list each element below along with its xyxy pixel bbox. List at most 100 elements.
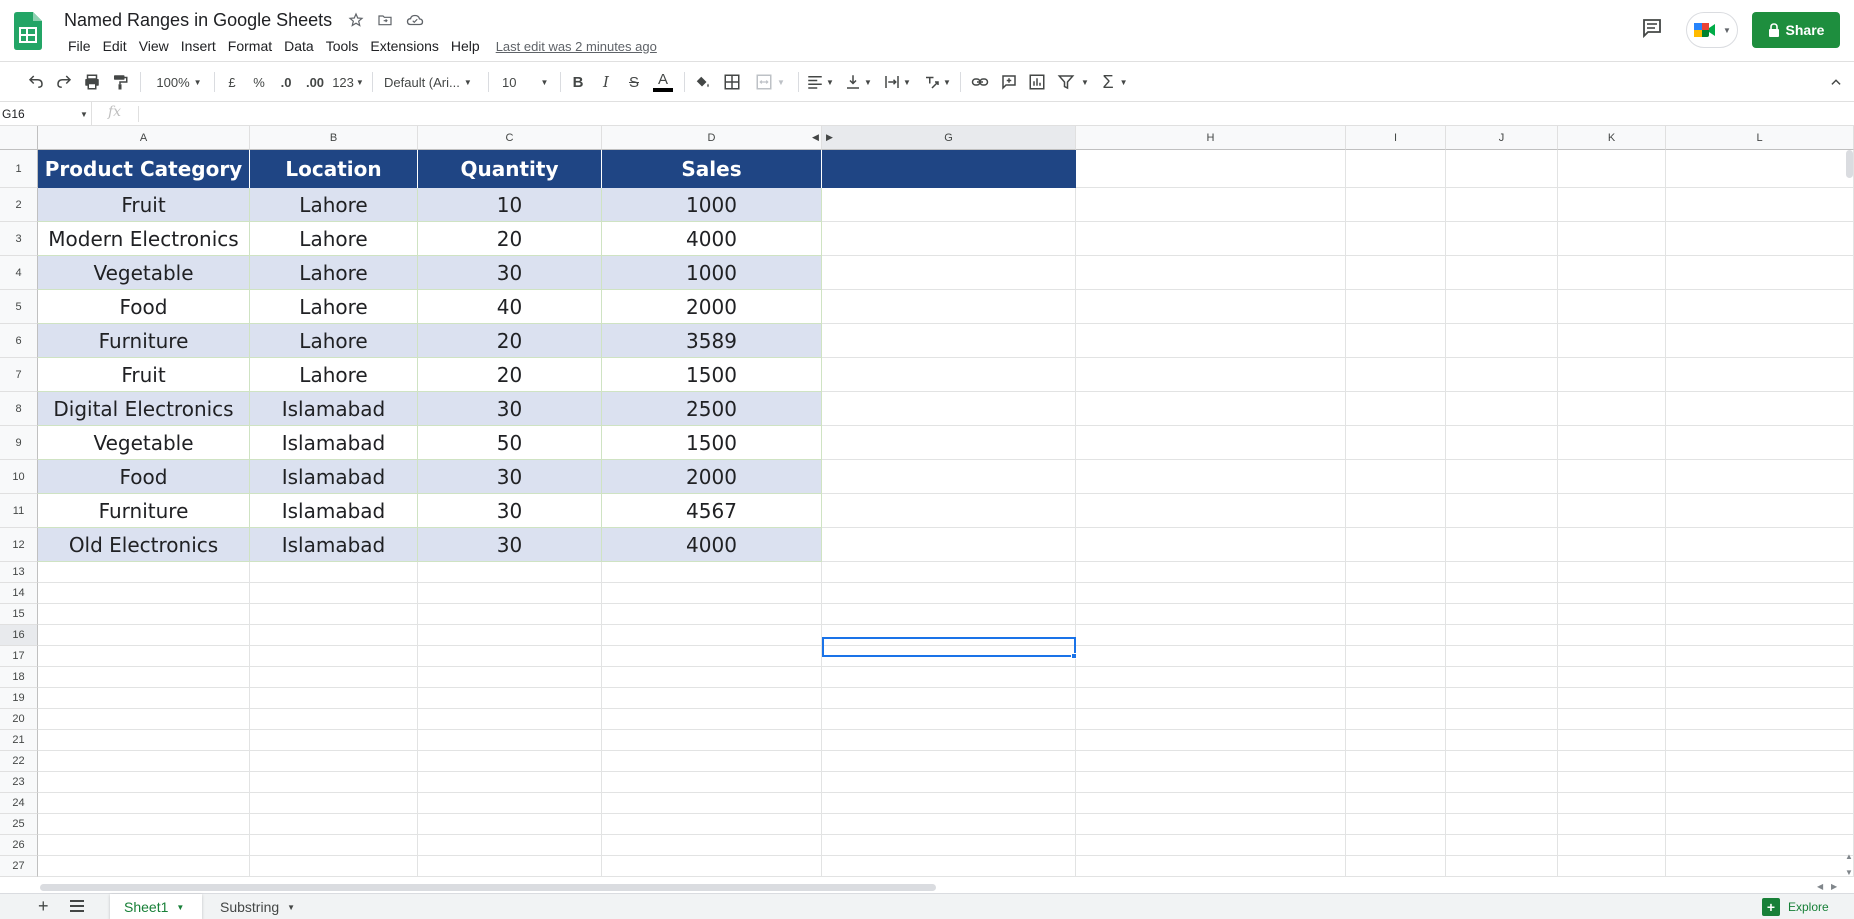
row-header-18[interactable]: 18 bbox=[0, 667, 38, 688]
row-header-9[interactable]: 9 bbox=[0, 426, 38, 460]
column-header-b[interactable]: B bbox=[250, 126, 418, 150]
hidden-columns-right-arrow-icon[interactable]: ▶ bbox=[826, 132, 833, 143]
row-header-17[interactable]: 17 bbox=[0, 646, 38, 667]
currency-format-button[interactable]: £ bbox=[222, 70, 242, 94]
strikethrough-button[interactable]: S bbox=[622, 70, 646, 94]
row-header-27[interactable]: 27 bbox=[0, 856, 38, 877]
comment-history-icon[interactable] bbox=[1640, 16, 1664, 40]
table-cell[interactable]: 30 bbox=[418, 528, 602, 562]
row-header-7[interactable]: 7 bbox=[0, 358, 38, 392]
menu-view[interactable]: View bbox=[133, 38, 175, 54]
menu-edit[interactable]: Edit bbox=[97, 38, 133, 54]
row-header-11[interactable]: 11 bbox=[0, 494, 38, 528]
column-header-i[interactable]: I bbox=[1346, 126, 1446, 150]
table-cell[interactable]: Islamabad bbox=[250, 392, 418, 426]
table-cell[interactable]: 30 bbox=[418, 392, 602, 426]
last-edit-link[interactable]: Last edit was 2 minutes ago bbox=[496, 39, 657, 54]
text-color-button[interactable]: A bbox=[650, 70, 676, 94]
merge-cells-icon[interactable]: ▼ bbox=[748, 70, 792, 94]
table-cell[interactable]: Vegetable bbox=[38, 426, 250, 460]
row-header-24[interactable]: 24 bbox=[0, 793, 38, 814]
share-button[interactable]: Share bbox=[1752, 12, 1840, 48]
scroll-right-arrow-icon[interactable]: ▶ bbox=[1831, 882, 1837, 891]
table-cell[interactable]: Lahore bbox=[250, 222, 418, 256]
table-cell[interactable]: Islamabad bbox=[250, 528, 418, 562]
column-header-l[interactable]: L bbox=[1666, 126, 1854, 150]
all-sheets-menu-icon[interactable] bbox=[70, 900, 84, 912]
row-header-3[interactable]: 3 bbox=[0, 222, 38, 256]
print-icon[interactable] bbox=[80, 70, 104, 94]
table-header-cell[interactable]: Location bbox=[250, 150, 418, 188]
table-cell[interactable]: Vegetable bbox=[38, 256, 250, 290]
row-header-26[interactable]: 26 bbox=[0, 835, 38, 856]
star-icon[interactable] bbox=[346, 10, 366, 30]
table-cell[interactable]: 1500 bbox=[602, 358, 822, 392]
table-cell[interactable]: 4567 bbox=[602, 494, 822, 528]
sheet-tab-caret-icon[interactable]: ▼ bbox=[176, 903, 184, 912]
table-cell[interactable]: Digital Electronics bbox=[38, 392, 250, 426]
google-sheets-logo-icon[interactable] bbox=[14, 12, 42, 50]
table-cell[interactable]: Old Electronics bbox=[38, 528, 250, 562]
table-cell[interactable]: Islamabad bbox=[250, 494, 418, 528]
table-cell[interactable]: Furniture bbox=[38, 324, 250, 358]
table-cell[interactable]: 4000 bbox=[602, 222, 822, 256]
percent-format-button[interactable]: % bbox=[249, 70, 269, 94]
table-cell[interactable]: 3589 bbox=[602, 324, 822, 358]
fill-handle[interactable] bbox=[1071, 653, 1077, 659]
menu-tools[interactable]: Tools bbox=[320, 38, 365, 54]
more-formats-button[interactable]: 123▼ bbox=[332, 70, 364, 94]
row-header-13[interactable]: 13 bbox=[0, 562, 38, 583]
name-box[interactable]: G16 ▼ bbox=[0, 102, 92, 126]
hidden-columns-left-arrow-icon[interactable]: ◀ bbox=[812, 132, 819, 143]
table-cell[interactable]: 20 bbox=[418, 358, 602, 392]
menu-help[interactable]: Help bbox=[445, 38, 486, 54]
row-header-2[interactable]: 2 bbox=[0, 188, 38, 222]
table-cell[interactable]: 50 bbox=[418, 426, 602, 460]
selected-cell-g16[interactable] bbox=[822, 637, 1076, 657]
table-cell[interactable]: Modern Electronics bbox=[38, 222, 250, 256]
column-header-j[interactable]: J bbox=[1446, 126, 1558, 150]
font-size-select[interactable]: 10▼ bbox=[496, 70, 554, 94]
horizontal-scrollbar-thumb[interactable] bbox=[40, 884, 936, 891]
sheet-tab-sheet1[interactable]: Sheet1▼ bbox=[110, 894, 202, 919]
table-cell[interactable]: Furniture bbox=[38, 494, 250, 528]
font-family-select[interactable]: Default (Ari...▼ bbox=[384, 70, 480, 94]
paint-format-icon[interactable] bbox=[108, 70, 132, 94]
table-cell[interactable]: Lahore bbox=[250, 188, 418, 222]
move-to-folder-icon[interactable] bbox=[375, 10, 395, 30]
table-cell[interactable]: 30 bbox=[418, 460, 602, 494]
table-cell[interactable]: 2000 bbox=[602, 290, 822, 324]
document-title[interactable]: Named Ranges in Google Sheets bbox=[64, 10, 332, 31]
row-header-19[interactable]: 19 bbox=[0, 688, 38, 709]
row-header-12[interactable]: 12 bbox=[0, 528, 38, 562]
table-cell[interactable]: Lahore bbox=[250, 324, 418, 358]
table-cell[interactable]: 40 bbox=[418, 290, 602, 324]
column-header-k[interactable]: K bbox=[1558, 126, 1666, 150]
column-header-g[interactable]: G bbox=[822, 126, 1076, 150]
row-header-14[interactable]: 14 bbox=[0, 583, 38, 604]
column-header-a[interactable]: A bbox=[38, 126, 250, 150]
table-cell[interactable]: Lahore bbox=[250, 358, 418, 392]
meet-button[interactable]: ▼ bbox=[1686, 12, 1738, 48]
table-header-cell[interactable]: Sales bbox=[602, 150, 822, 188]
table-cell[interactable]: 30 bbox=[418, 494, 602, 528]
table-cell[interactable]: 1000 bbox=[602, 188, 822, 222]
scroll-left-arrow-icon[interactable]: ◀ bbox=[1817, 882, 1823, 891]
row-header-4[interactable]: 4 bbox=[0, 256, 38, 290]
row-header-10[interactable]: 10 bbox=[0, 460, 38, 494]
table-cell[interactable]: Fruit bbox=[38, 188, 250, 222]
horizontal-align-icon[interactable]: ▼ bbox=[804, 70, 836, 94]
menu-format[interactable]: Format bbox=[222, 38, 278, 54]
table-cell[interactable]: 1500 bbox=[602, 426, 822, 460]
decrease-decimal-button[interactable]: .0 bbox=[275, 70, 297, 94]
table-cell[interactable]: 4000 bbox=[602, 528, 822, 562]
functions-button[interactable]: Σ▼ bbox=[1098, 70, 1132, 94]
text-rotation-icon[interactable]: ▼ bbox=[920, 70, 954, 94]
table-cell[interactable]: Lahore bbox=[250, 290, 418, 324]
row-header-25[interactable]: 25 bbox=[0, 814, 38, 835]
table-cell[interactable]: 2500 bbox=[602, 392, 822, 426]
row-header-23[interactable]: 23 bbox=[0, 772, 38, 793]
column-header-h[interactable]: H bbox=[1076, 126, 1346, 150]
undo-icon[interactable] bbox=[24, 70, 48, 94]
explore-button[interactable]: + Explore bbox=[1762, 898, 1829, 916]
